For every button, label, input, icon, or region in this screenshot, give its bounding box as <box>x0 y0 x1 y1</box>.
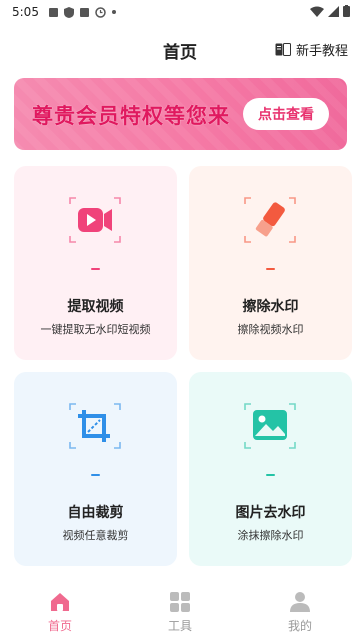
notification-icons <box>48 6 116 18</box>
card-subtitle: 擦除视频水印 <box>237 323 304 336</box>
view-details-button[interactable]: 点击查看 <box>243 98 329 130</box>
feature-card-extract-video[interactable]: 提取视频 一键提取无水印短视频 <box>14 166 177 360</box>
card-subtitle: 一键提取无水印短视频 <box>40 323 151 336</box>
grid-icon <box>170 591 190 612</box>
nav-item-mine[interactable]: 我的 <box>240 583 360 641</box>
banner-text: 尊贵会员特权等您来 <box>32 104 230 128</box>
vip-banner[interactable]: 尊贵会员特权等您来 点击查看 <box>14 78 347 150</box>
status-bar: 5:05 <box>0 0 360 24</box>
system-icons <box>310 5 350 17</box>
book-icon <box>275 43 291 56</box>
tutorial-button[interactable]: 新手教程 <box>275 40 348 59</box>
tutorial-label: 新手教程 <box>295 44 348 59</box>
image-icon <box>244 403 296 449</box>
card-divider <box>91 268 100 270</box>
shield-icon <box>63 6 74 18</box>
more-dot-icon <box>111 10 116 14</box>
card-divider <box>91 474 100 476</box>
card-subtitle: 视频任意裁剪 <box>62 529 129 542</box>
app-icon <box>79 7 89 17</box>
signal-icon <box>328 5 339 17</box>
feature-card-remove-watermark[interactable]: 擦除水印 擦除视频水印 <box>189 166 352 360</box>
user-icon <box>290 591 310 612</box>
card-divider <box>266 268 275 270</box>
bottom-nav: 首页 工具 我的 <box>0 583 360 641</box>
home-icon <box>51 592 69 611</box>
card-title: 图片去水印 <box>235 505 306 521</box>
page-title: 首页 <box>163 42 197 63</box>
card-divider <box>266 474 275 476</box>
card-title: 自由裁剪 <box>67 505 124 521</box>
eraser-icon <box>244 197 296 243</box>
nav-label: 首页 <box>47 618 72 633</box>
card-title: 擦除水印 <box>242 299 299 315</box>
card-subtitle: 涂抹擦除水印 <box>237 529 304 542</box>
card-title: 提取视频 <box>67 299 124 315</box>
feature-card-crop[interactable]: 自由裁剪 视频任意裁剪 <box>14 372 177 566</box>
crop-icon <box>69 403 121 449</box>
nav-label: 我的 <box>287 618 312 633</box>
app-header: 首页 新手教程 <box>0 30 360 70</box>
clock-icon <box>95 6 106 18</box>
status-time: 5:05 <box>12 5 39 19</box>
notification-icon <box>48 7 58 17</box>
feature-card-image-watermark[interactable]: 图片去水印 涂抹擦除水印 <box>189 372 352 566</box>
nav-item-home[interactable]: 首页 <box>0 583 120 641</box>
nav-label: 工具 <box>167 618 192 633</box>
battery-icon <box>343 5 350 17</box>
video-camera-icon <box>69 197 121 243</box>
wifi-icon <box>310 6 324 17</box>
nav-item-tools[interactable]: 工具 <box>120 583 240 641</box>
